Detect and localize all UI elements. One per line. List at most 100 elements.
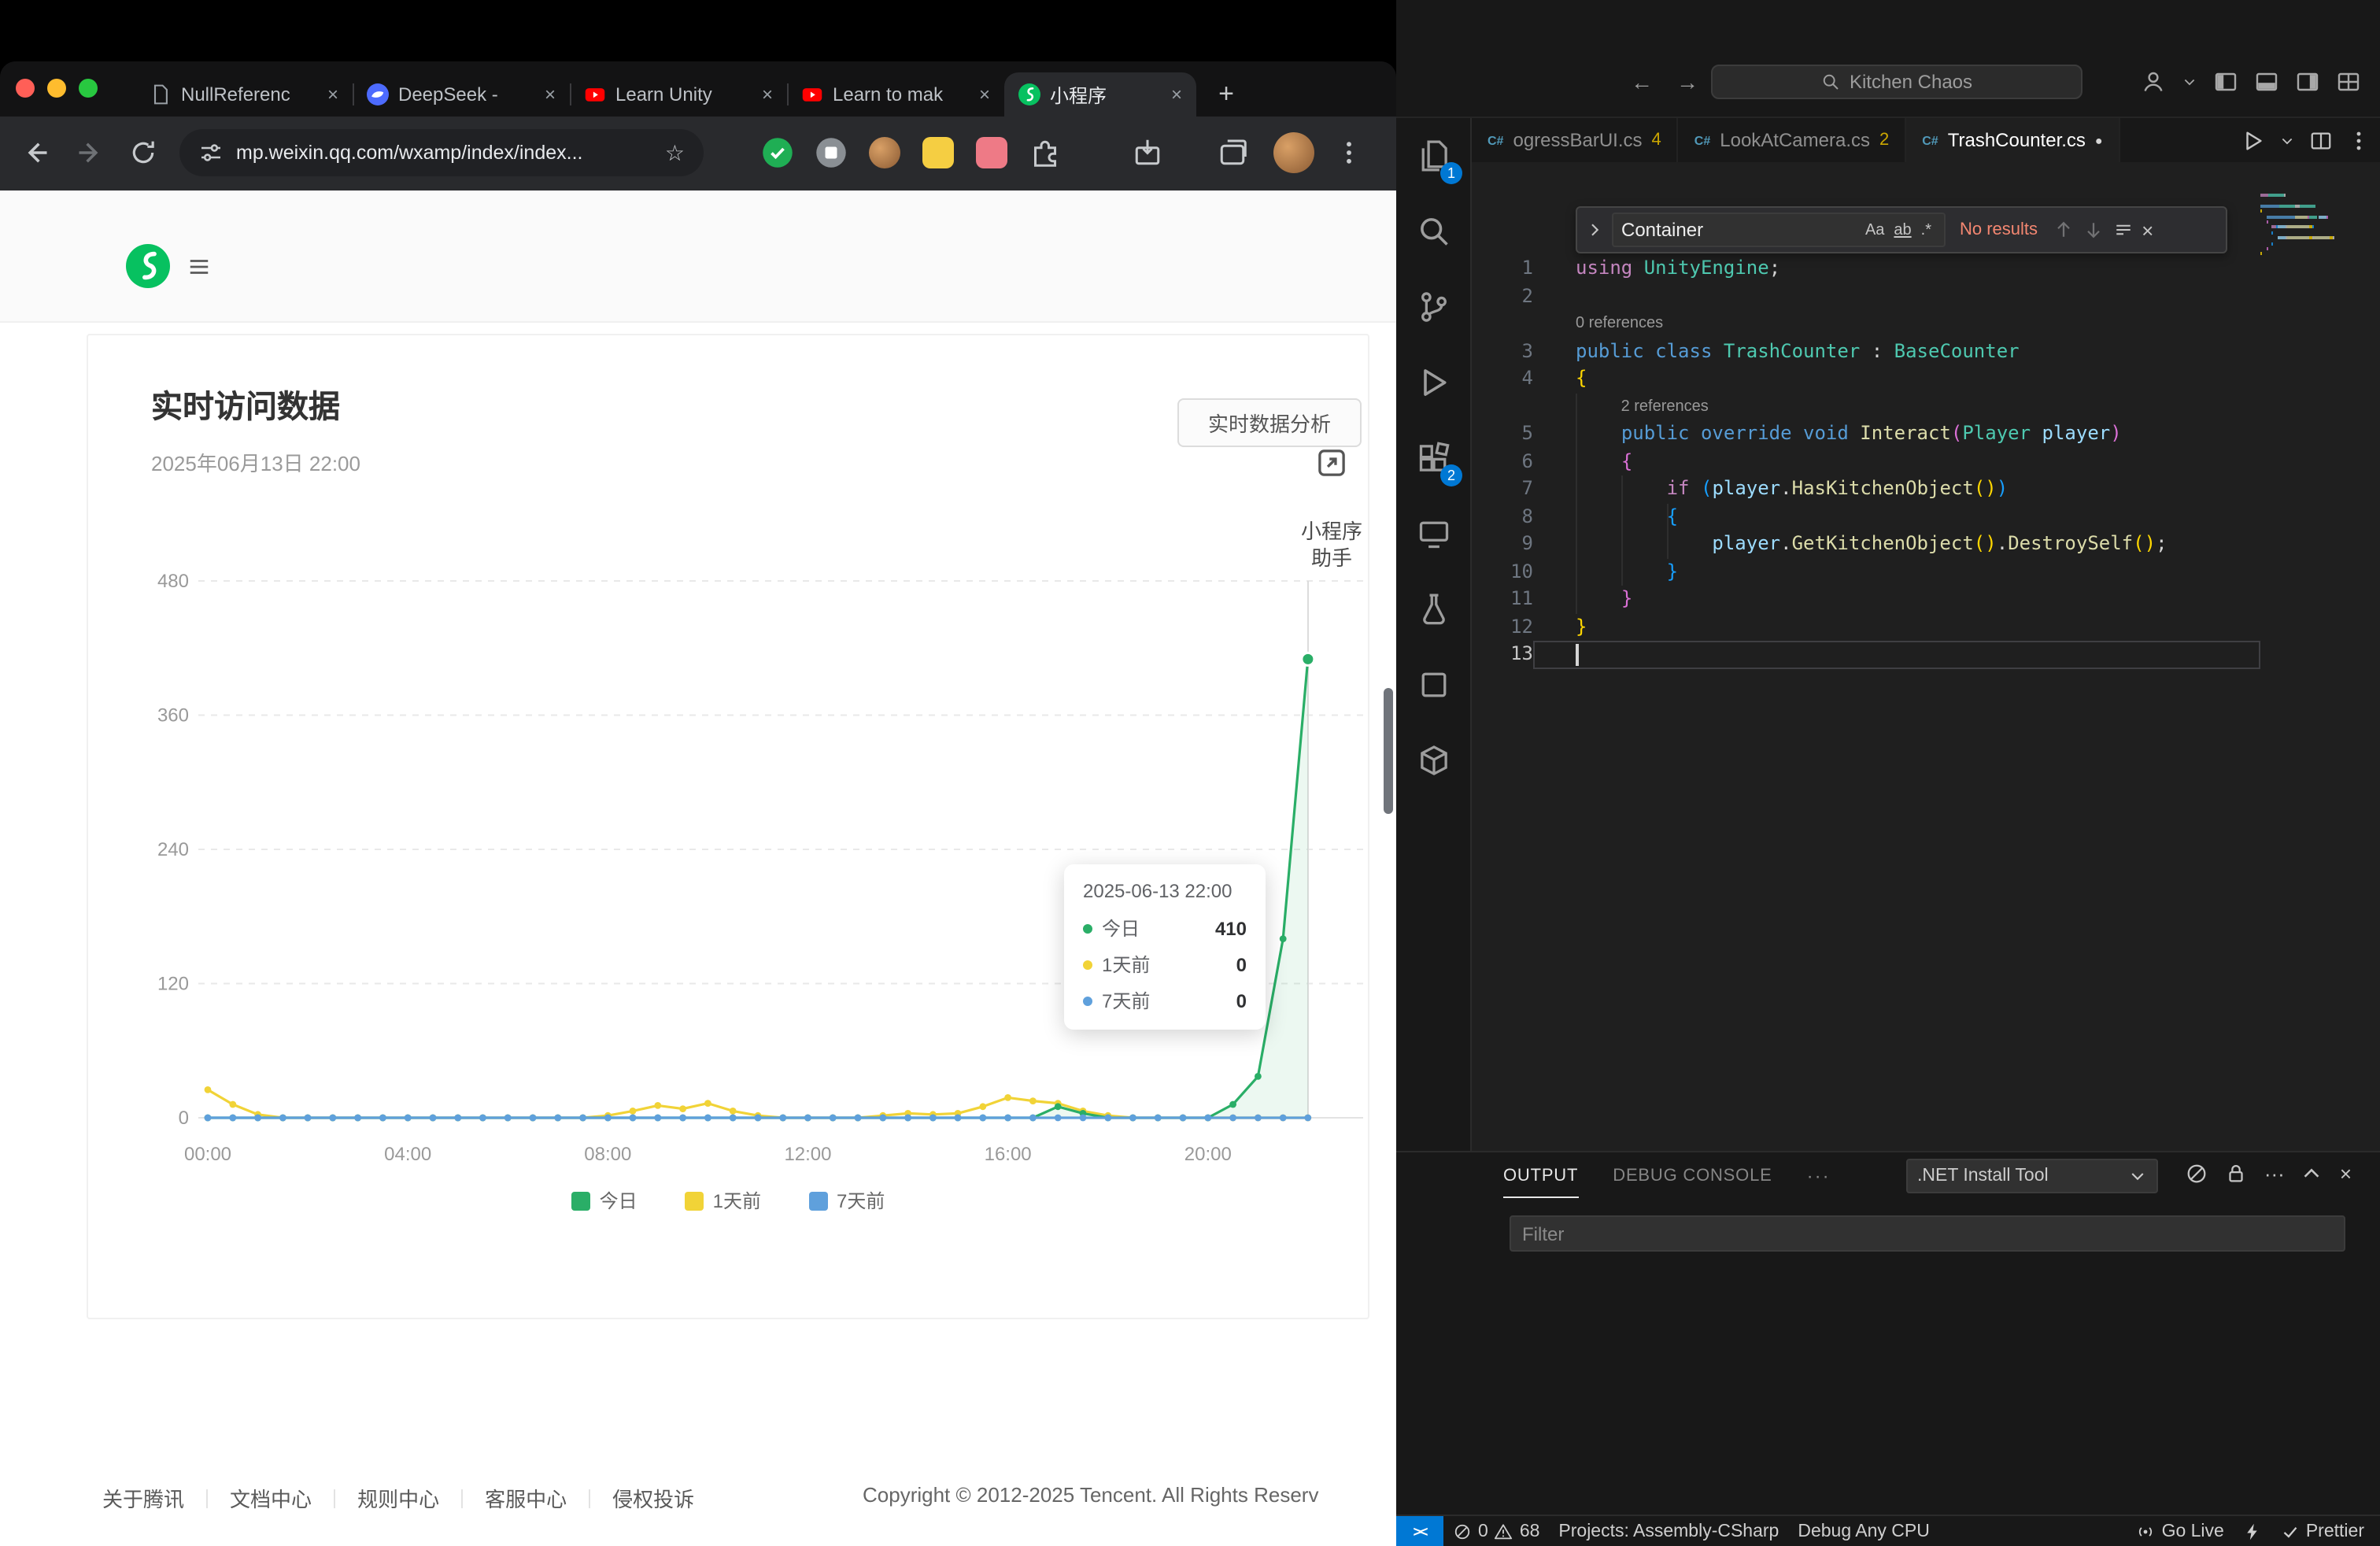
codelens-label[interactable]: 0 references [1533, 310, 2260, 338]
run-options-chevron-icon[interactable] [2279, 128, 2295, 152]
profile-avatar[interactable] [1273, 132, 1314, 173]
url-text[interactable]: mp.weixin.qq.com/wxamp/index/index... [236, 142, 652, 164]
reload-icon[interactable] [129, 139, 157, 167]
browser-tab[interactable]: Learn to mak× [787, 72, 1004, 117]
browser-tab[interactable]: NullReferenc× [135, 72, 353, 117]
panel-tab-debug-console[interactable]: DEBUG CONSOLE [1613, 1152, 1772, 1198]
browser-tab[interactable]: 小程序× [1004, 72, 1196, 117]
close-find-icon[interactable]: × [2142, 219, 2153, 241]
code-line[interactable]: 1using UnityEngine; [1472, 255, 2260, 283]
toggle-replace-icon[interactable] [1585, 220, 1604, 239]
problems-status[interactable]: 0 68 [1443, 1522, 1549, 1540]
legend-item[interactable]: 今日 [571, 1187, 638, 1214]
match-case-toggle[interactable]: Aa [1861, 220, 1889, 240]
whole-word-toggle[interactable]: ab [1889, 220, 1916, 240]
page-scrollbar[interactable] [1384, 688, 1393, 814]
toggle-sidebar-icon[interactable] [2213, 69, 2238, 94]
codelens-row[interactable]: 0 references [1472, 310, 2260, 338]
find-input[interactable]: Container Aa ab .* [1612, 213, 1946, 247]
go-live-button[interactable]: Go Live [2127, 1522, 2234, 1540]
regex-toggle[interactable]: .* [1916, 220, 1936, 240]
new-tab-button[interactable]: + [1206, 72, 1247, 117]
toggle-secondary-sidebar-icon[interactable] [2295, 69, 2320, 94]
address-bar[interactable]: mp.weixin.qq.com/wxamp/index/index... ☆ [179, 129, 704, 176]
remote-explorer-icon[interactable] [1396, 496, 1472, 571]
codelens-row[interactable]: 2 references [1472, 393, 2260, 420]
search-icon[interactable] [1396, 194, 1472, 269]
codelens-label[interactable]: 2 references [1533, 393, 2260, 420]
panel-tabs-more-icon[interactable]: ··· [1807, 1164, 1831, 1186]
code-line[interactable]: 8 { [1472, 503, 2260, 531]
run-button[interactable] [2241, 128, 2265, 152]
assistant-icon[interactable] [1314, 446, 1349, 480]
extension-pink-icon[interactable] [976, 137, 1007, 168]
editor-more-icon[interactable] [2347, 128, 2371, 152]
legend-item[interactable]: 1天前 [685, 1187, 761, 1214]
find-next-icon[interactable] [2082, 219, 2104, 241]
tab-close-icon[interactable]: × [762, 83, 773, 105]
tab-close-icon[interactable]: × [545, 83, 556, 105]
macos-traffic-lights[interactable] [16, 79, 98, 98]
customize-layout-icon[interactable] [2336, 69, 2361, 94]
code-line[interactable]: 7 if (player.HasKitchenObject()) [1472, 475, 2260, 503]
square-tool-icon[interactable] [1396, 647, 1472, 723]
save-page-icon[interactable] [1132, 137, 1163, 168]
tab-close-icon[interactable]: × [979, 83, 990, 105]
footer-link[interactable]: 侵权投诉 [612, 1483, 694, 1513]
tab-close-icon[interactable]: × [1171, 83, 1182, 105]
browser-tab[interactable]: Learn Unity× [570, 72, 787, 117]
files-icon[interactable]: 1 [1396, 118, 1472, 194]
run-debug-icon[interactable] [1396, 345, 1472, 420]
modified-dot-icon[interactable]: ● [2095, 133, 2103, 147]
extension-gray-icon[interactable] [815, 137, 847, 168]
close-window-button[interactable] [16, 79, 35, 98]
extension-green-icon[interactable] [762, 137, 793, 168]
chart-legend[interactable]: 今日1天前7天前 [87, 1187, 1369, 1214]
code-line[interactable]: 12} [1472, 613, 2260, 641]
find-input-value[interactable]: Container [1621, 219, 1861, 241]
package-icon[interactable] [1396, 723, 1472, 798]
code-line[interactable]: 4{ [1472, 365, 2260, 393]
project-status[interactable]: Projects: Assembly-CSharp [1549, 1522, 1788, 1540]
split-editor-icon[interactable] [2309, 128, 2333, 152]
maximize-panel-icon[interactable] [2301, 1162, 2324, 1185]
tab-switcher-icon[interactable] [1217, 137, 1248, 168]
panel-more-icon[interactable]: ··· [2264, 1162, 2285, 1185]
panel-tab-output[interactable]: OUTPUT [1503, 1152, 1578, 1198]
lock-scroll-icon[interactable] [2225, 1162, 2249, 1185]
remote-indicator[interactable]: >< [1396, 1516, 1443, 1546]
site-settings-icon[interactable] [198, 140, 224, 165]
code-line[interactable]: 11 } [1472, 586, 2260, 613]
code-line[interactable]: 13 [1472, 641, 2260, 668]
extension-avatar-icon[interactable] [869, 137, 900, 168]
miniprogram-logo[interactable] [126, 244, 170, 288]
code-line[interactable]: 6 { [1472, 448, 2260, 475]
output-filter-input[interactable] [1510, 1215, 2345, 1252]
code-line[interactable]: 3public class TrashCounter : BaseCounter [1472, 338, 2260, 365]
nav-back-icon[interactable]: ← [1631, 69, 1653, 94]
footer-link[interactable]: 规则中心 [357, 1483, 439, 1513]
bookmark-star-icon[interactable]: ☆ [665, 139, 685, 166]
account-menu-icon[interactable] [2141, 69, 2166, 94]
chevron-down-icon[interactable] [2182, 69, 2197, 94]
toggle-panel-icon[interactable] [2254, 69, 2279, 94]
source-control-icon[interactable] [1396, 269, 1472, 345]
code-line[interactable]: 10 } [1472, 558, 2260, 586]
footer-link[interactable]: 文档中心 [230, 1483, 312, 1513]
code-line[interactable]: 2 [1472, 283, 2260, 310]
editor-tab[interactable]: C#LookAtCamera.cs2 [1679, 118, 1906, 162]
code-line[interactable]: 9 player.GetKitchenObject().DestroySelf(… [1472, 531, 2260, 558]
tab-close-icon[interactable]: × [327, 83, 338, 105]
minimize-window-button[interactable] [47, 79, 66, 98]
debug-target-status[interactable]: Debug Any CPU [1788, 1522, 1939, 1540]
browser-menu-icon[interactable] [1335, 139, 1363, 167]
minimap[interactable] [2260, 194, 2336, 263]
clear-output-icon[interactable] [2186, 1162, 2209, 1185]
browser-tab[interactable]: DeepSeek -× [353, 72, 570, 117]
editor-tab[interactable]: C#TrashCounter.cs● [1906, 118, 2119, 162]
find-in-selection-icon[interactable] [2112, 219, 2134, 241]
page-menu-icon[interactable] [187, 255, 211, 279]
nav-forward-icon[interactable]: → [1676, 69, 1698, 94]
footer-link[interactable]: 关于腾讯 [102, 1483, 184, 1513]
zoom-window-button[interactable] [79, 79, 98, 98]
